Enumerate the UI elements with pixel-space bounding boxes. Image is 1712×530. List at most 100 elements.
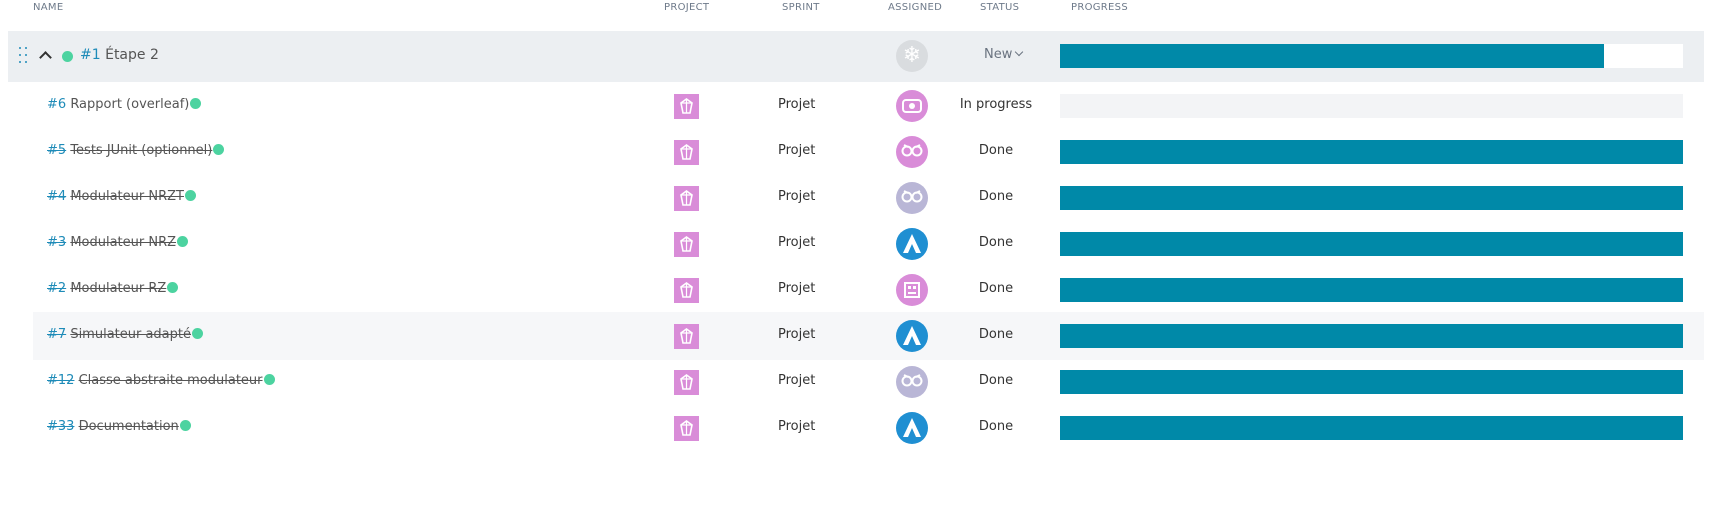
status-cell[interactable]: Done [953,143,1039,158]
project-icon[interactable] [674,140,699,165]
task-title[interactable]: Simulateur adapté [70,327,191,342]
sprint-cell[interactable]: Projet [778,281,815,296]
progress-bar [1060,232,1683,256]
project-icon[interactable] [674,370,699,395]
column-header-project[interactable]: PROJECT [664,2,709,13]
table-row[interactable]: #12 Classe abstraite modulateur Projet Don… [33,358,1704,406]
project-icon[interactable] [674,416,699,441]
progress-fill [1060,140,1683,164]
task-title-cell[interactable]: #4 Modulateur NRZT [47,189,196,204]
project-icon[interactable] [674,186,699,211]
lavender-owl-avatar-icon[interactable] [896,182,928,214]
snowflake-avatar-icon[interactable]: ❄ [896,40,928,72]
status-dot-icon [177,236,189,247]
progress-fill [1060,278,1683,302]
task-ref[interactable]: #5 [47,143,66,158]
chevron-up-icon[interactable] [39,51,52,64]
table-row[interactable]: #3 Modulateur NRZ Projet Done [33,220,1704,268]
sprint-cell[interactable]: Projet [778,327,815,342]
parent-task-row[interactable]: #1 Étape 2 ❄ New [8,31,1704,82]
column-header-name[interactable]: NAME [33,2,63,13]
blue-arch-avatar-icon[interactable] [896,412,928,444]
table-row[interactable]: #7 Simulateur adapté Projet Done [33,312,1704,360]
project-icon[interactable] [674,94,699,119]
progress-bar [1060,44,1683,68]
table-row[interactable]: #2 Modulateur RZ Projet Done [33,266,1704,314]
table-row[interactable]: #5 Tests JUnit (optionnel) Projet Done [33,128,1704,176]
table-row[interactable]: #33 Documentation Projet Done [33,404,1704,452]
status-cell[interactable]: Done [953,373,1039,388]
sprint-cell[interactable]: Projet [778,97,815,112]
task-title[interactable]: Modulateur NRZT [70,189,184,204]
task-title[interactable]: Tests JUnit (optionnel) [70,143,212,158]
sprint-cell[interactable]: Projet [778,373,815,388]
status-cell[interactable]: Done [953,281,1039,296]
status-dot-icon [167,282,179,293]
task-ref[interactable]: #12 [47,373,74,388]
pink-owl-avatar-icon[interactable] [896,136,928,168]
task-ref[interactable]: #1 [80,47,101,63]
task-title-cell[interactable]: #3 Modulateur NRZ [47,235,189,250]
status-dot-icon [179,420,191,431]
task-ref[interactable]: #3 [47,235,66,250]
sprint-cell[interactable]: Projet [778,189,815,204]
progress-bar [1060,186,1683,210]
blue-arch-avatar-icon[interactable] [896,320,928,352]
task-title[interactable]: Documentation [79,419,179,434]
parent-task-title[interactable]: #1 Étape 2 [80,47,159,63]
status-dot-icon [263,374,275,385]
table-header: NAME PROJECT SPRINT ASSIGNED STATUS PROG… [0,0,1712,18]
progress-fill [1060,186,1683,210]
status-cell[interactable]: Done [953,327,1039,342]
task-title-cell[interactable]: #7 Simulateur adapté [47,327,204,342]
status-dropdown[interactable]: New [984,47,1024,62]
status-cell[interactable]: Done [953,235,1039,250]
sprint-cell[interactable]: Projet [778,143,815,158]
progress-bar [1060,94,1683,118]
status-dot-icon [213,144,225,155]
progress-bar [1060,324,1683,348]
drag-handle-icon[interactable] [19,47,27,65]
table-row[interactable]: #6 Rapport (overleaf) Projet In progress [33,82,1704,130]
pink-identicon-avatar-icon[interactable] [896,90,928,122]
progress-bar [1060,140,1683,164]
task-title-cell[interactable]: #5 Tests JUnit (optionnel) [47,143,225,158]
task-title[interactable]: Rapport (overleaf) [70,97,189,112]
task-ref[interactable]: #4 [47,189,66,204]
status-label: New [984,47,1013,62]
task-title-cell[interactable]: #6 Rapport (overleaf) [47,97,202,112]
sprint-cell[interactable]: Projet [778,235,815,250]
status-cell[interactable]: Done [953,419,1039,434]
column-header-progress[interactable]: PROGRESS [1071,2,1128,13]
pink-pixel-avatar-icon[interactable] [896,274,928,306]
column-header-assigned[interactable]: ASSIGNED [888,2,942,13]
task-ref[interactable]: #33 [47,419,74,434]
task-title-cell[interactable]: #33 Documentation [47,419,191,434]
task-title[interactable]: Classe abstraite modulateur [79,373,263,388]
sprint-cell[interactable]: Projet [778,419,815,434]
project-icon[interactable] [674,278,699,303]
column-header-sprint[interactable]: SPRINT [782,2,820,13]
project-icon[interactable] [674,324,699,349]
blue-arch-avatar-icon[interactable] [896,228,928,260]
task-ref[interactable]: #2 [47,281,66,296]
progress-bar [1060,278,1683,302]
task-title-cell[interactable]: #12 Classe abstraite modulateur [47,373,275,388]
task-ref[interactable]: #6 [47,97,66,112]
progress-fill [1060,324,1683,348]
lavender-owl-avatar-icon[interactable] [896,366,928,398]
project-icon[interactable] [674,232,699,257]
column-header-status[interactable]: STATUS [980,2,1019,13]
status-dot-icon [190,98,202,109]
progress-fill [1060,370,1683,394]
status-cell[interactable]: Done [953,189,1039,204]
task-title-cell[interactable]: #2 Modulateur RZ [47,281,179,296]
task-title[interactable]: Modulateur RZ [70,281,166,296]
task-title[interactable]: Modulateur NRZ [70,235,176,250]
status-dot-icon [184,190,196,201]
task-title[interactable]: Étape 2 [105,47,159,63]
task-ref[interactable]: #7 [47,327,66,342]
progress-bar [1060,370,1683,394]
status-cell[interactable]: In progress [953,97,1039,112]
table-row[interactable]: #4 Modulateur NRZT Projet Done [33,174,1704,222]
